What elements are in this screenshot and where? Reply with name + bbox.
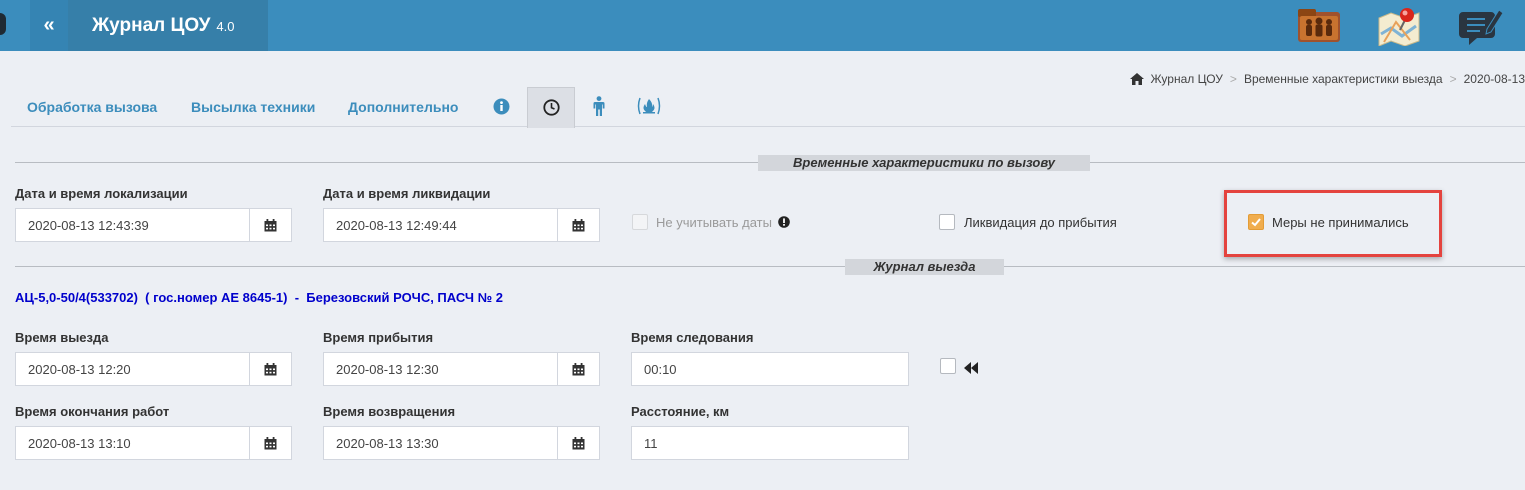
distance-label: Расстояние, км	[631, 404, 730, 419]
return-value: 2020-08-13 13:30	[336, 436, 439, 451]
section-divider	[15, 266, 1525, 267]
travel-time-value: 00:10	[644, 362, 677, 377]
distance-field[interactable]: 11	[631, 426, 909, 460]
work-end-value: 2020-08-13 13:10	[28, 436, 131, 451]
calendar-icon[interactable]	[557, 209, 599, 241]
arrival-label: Время прибытия	[323, 330, 434, 345]
ignore-dates-label: Не учитывать даты	[656, 215, 790, 230]
people-folder-icon[interactable]	[1296, 4, 1342, 46]
breadcrumb-separator: >	[1229, 72, 1237, 86]
calendar-icon[interactable]	[249, 353, 291, 385]
localization-label: Дата и время локализации	[15, 186, 188, 201]
breadcrumb-item-journal[interactable]: Журнал ЦОУ	[1150, 72, 1222, 86]
app-version: 4.0	[216, 19, 235, 34]
app-brand[interactable]: Журнал ЦОУ 4.0	[68, 0, 268, 51]
work-end-label: Время окончания работ	[15, 404, 170, 419]
breadcrumb-item-time-characteristics[interactable]: Временные характеристики выезда	[1244, 72, 1443, 86]
tab-bar: Обработка вызова Высылка техники Дополни…	[11, 87, 1525, 128]
top-navbar: « Журнал ЦОУ 4.0	[0, 0, 1525, 51]
work-end-time-field[interactable]: 2020-08-13 13:10	[15, 426, 292, 460]
app-name: Журнал ЦОУ	[92, 15, 211, 36]
travel-time-label: Время следования	[631, 330, 754, 345]
section-title-journal: Журнал выезда	[845, 259, 1004, 275]
liquidation-datetime-field[interactable]: 2020-08-13 12:49:44	[323, 208, 600, 242]
clock-icon	[542, 99, 560, 116]
info-circle-icon	[493, 98, 509, 115]
home-icon[interactable]	[1130, 73, 1145, 88]
localization-value: 2020-08-13 12:43:39	[28, 218, 149, 233]
tab-fire[interactable]	[625, 87, 673, 127]
vehicle-unit-link[interactable]: АЦ-5,0-50/4(533702) ( гос.номер АЕ 8645-…	[15, 290, 503, 305]
tab-equipment-dispatch[interactable]: Высылка техники	[191, 87, 315, 127]
edit-note-icon[interactable]	[1458, 4, 1504, 46]
localization-datetime-field[interactable]: 2020-08-13 12:43:39	[15, 208, 292, 242]
return-label: Время возвращения	[323, 404, 456, 419]
navbar-edge	[0, 13, 6, 35]
checkmark-icon	[1251, 218, 1261, 227]
travel-time-checkbox[interactable]	[940, 358, 956, 374]
fast-backward-icon[interactable]	[964, 361, 978, 377]
calendar-icon[interactable]	[249, 209, 291, 241]
tab-additional[interactable]: Дополнительно	[348, 87, 458, 127]
departure-time-field[interactable]: 2020-08-13 12:20	[15, 352, 292, 386]
calendar-icon[interactable]	[557, 353, 599, 385]
tab-person[interactable]	[575, 87, 623, 127]
arrival-time-field[interactable]: 2020-08-13 12:30	[323, 352, 600, 386]
tab-call-processing[interactable]: Обработка вызова	[27, 87, 157, 127]
fire-icon	[637, 97, 661, 115]
calendar-icon[interactable]	[557, 427, 599, 459]
liquidation-before-arrival-checkbox[interactable]	[939, 214, 955, 230]
liquidation-value: 2020-08-13 12:49:44	[336, 218, 457, 233]
map-pin-icon[interactable]	[1376, 4, 1422, 47]
no-measures-checkbox[interactable]	[1248, 214, 1264, 230]
departure-value: 2020-08-13 12:20	[28, 362, 131, 377]
exclamation-circle-icon	[777, 216, 790, 228]
travel-time-field[interactable]: 00:10	[631, 352, 909, 386]
section-title-times: Временные характеристики по вызову	[758, 155, 1090, 171]
no-measures-label: Меры не принимались	[1272, 215, 1409, 230]
liquidation-label: Дата и время ликвидации	[323, 186, 491, 201]
departure-label: Время выезда	[15, 330, 109, 345]
sidebar-collapse-button[interactable]: «	[30, 0, 68, 51]
arrival-value: 2020-08-13 12:30	[336, 362, 439, 377]
person-icon	[593, 96, 605, 116]
liquidation-before-arrival-label: Ликвидация до прибытия	[964, 215, 1117, 230]
tab-info[interactable]	[477, 87, 525, 127]
return-time-field[interactable]: 2020-08-13 13:30	[323, 426, 600, 460]
breadcrumb-item-date: 2020-08-13	[1463, 72, 1525, 86]
ignore-dates-checkbox[interactable]	[632, 214, 648, 230]
tab-time[interactable]	[527, 87, 575, 128]
breadcrumb: Журнал ЦОУ > Временные характеристики выез…	[1130, 72, 1525, 88]
distance-value: 11	[644, 436, 658, 451]
calendar-icon[interactable]	[249, 427, 291, 459]
breadcrumb-separator: >	[1449, 72, 1457, 86]
